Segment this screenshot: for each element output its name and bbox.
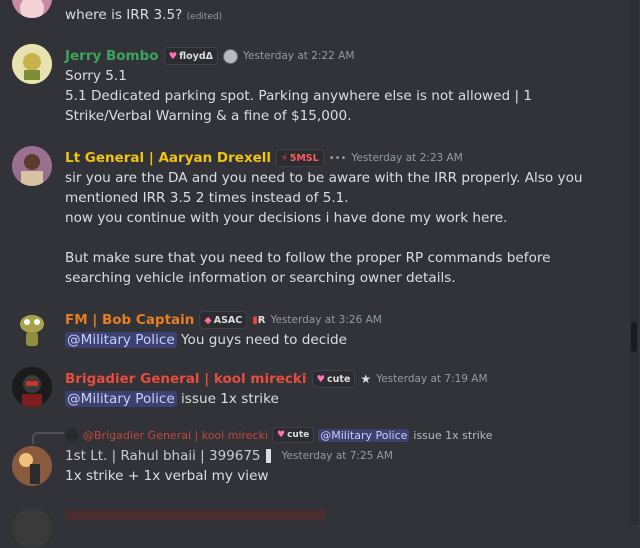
avatar[interactable] xyxy=(12,44,52,84)
timestamp: Yesterday at 2:22 AM xyxy=(243,50,355,62)
avatar-image xyxy=(12,0,52,18)
role-badge: ◆ ASAC xyxy=(199,311,248,329)
scrollbar-thumb[interactable] xyxy=(631,322,637,352)
reply-text: issue 1x strike xyxy=(413,428,493,442)
next-message-header xyxy=(65,510,325,520)
avatar[interactable] xyxy=(12,508,52,548)
role-badge: ♥ cute xyxy=(311,370,356,388)
timestamp: Yesterday at 2:23 AM xyxy=(351,152,463,164)
author-name[interactable]: FM | Bob Captain xyxy=(65,312,194,328)
heart-icon: ♥ xyxy=(316,373,326,385)
message-text: @Military Police issue 1x strike xyxy=(65,391,279,407)
message-bob: FM | Bob Captain ◆ ASAC ▮R Yesterday at … xyxy=(0,308,628,353)
avatar-image xyxy=(12,446,52,486)
timestamp: Yesterday at 3:26 AM xyxy=(270,314,382,326)
avatar[interactable] xyxy=(12,367,52,407)
avatar[interactable] xyxy=(12,146,52,186)
avatar-image xyxy=(12,367,52,407)
star-icon: ★ xyxy=(360,372,372,386)
avatar[interactable] xyxy=(12,446,52,486)
message-brigadier: Brigadier General | kool mirecki ♥ cute … xyxy=(0,367,628,412)
avatar-image xyxy=(20,315,44,346)
heart-icon: ♥ xyxy=(168,50,178,62)
message-list: where is IRR 3.5? (edited) Jerry Bombo ♥… xyxy=(0,0,628,548)
message-text: 1x strike + 1x verbal my view xyxy=(65,468,269,484)
author-name[interactable]: Lt General | Aaryan Drexell xyxy=(65,150,271,166)
heart-icon: ♥ xyxy=(277,430,286,440)
author-name[interactable]: Jerry Bombo xyxy=(65,48,159,64)
timestamp: Yesterday at 7:25 AM xyxy=(281,450,393,462)
edited-label: (edited) xyxy=(186,12,223,22)
role-badge: ♥ cute xyxy=(272,427,315,443)
ticket-icon: ◆ xyxy=(204,314,212,326)
role-badge: ♥ floydΔ xyxy=(163,47,219,65)
message-text: sir you are the DA and you need to be aw… xyxy=(65,170,583,286)
timestamp: Yesterday at 7:19 AM xyxy=(376,373,488,385)
scrollbar-track[interactable] xyxy=(630,0,638,525)
message-text: @Military Police You guys need to decide xyxy=(65,332,347,348)
message-drexell: Lt General | Aaryan Drexell ⚡ 5MSL ••• Y… xyxy=(0,146,628,291)
role-mention[interactable]: @Military Police xyxy=(65,391,177,407)
message-text: where is IRR 3.5? (edited) xyxy=(65,7,223,23)
reply-author[interactable]: @Brigadier General | kool mirecki xyxy=(83,429,268,442)
message-continuation: where is IRR 3.5? (edited) xyxy=(0,0,628,30)
avatar[interactable] xyxy=(12,0,52,18)
avatar[interactable] xyxy=(12,308,52,348)
reply-avatar xyxy=(65,428,79,442)
badge-icon xyxy=(265,449,271,463)
avatar-image xyxy=(12,44,52,84)
lightning-icon: ⚡ xyxy=(281,152,288,164)
message-jerry: Jerry Bombo ♥ floydΔ Yesterday at 2:22 A… xyxy=(0,44,628,129)
author-name[interactable]: 1st Lt. | Rahul bhaii | 399675 xyxy=(65,448,261,464)
more-dots-icon: ••• xyxy=(328,152,347,164)
role-mention[interactable]: @Military Police xyxy=(318,428,410,442)
avatar-image xyxy=(12,146,52,186)
role-badge: ⚡ 5MSL xyxy=(276,149,324,167)
role-mention[interactable]: @Military Police xyxy=(65,332,177,348)
author-name[interactable]: Brigadier General | kool mirecki xyxy=(65,371,307,387)
reply-preview[interactable]: @Brigadier General | kool mirecki ♥ cute… xyxy=(65,426,493,444)
role-badge-r: ▮R xyxy=(252,314,266,326)
server-icon xyxy=(223,48,239,64)
message-rahul: @Brigadier General | kool mirecki ♥ cute… xyxy=(0,424,628,486)
message-text: Sorry 5.1 5.1 Dedicated parking spot. Pa… xyxy=(65,68,533,124)
